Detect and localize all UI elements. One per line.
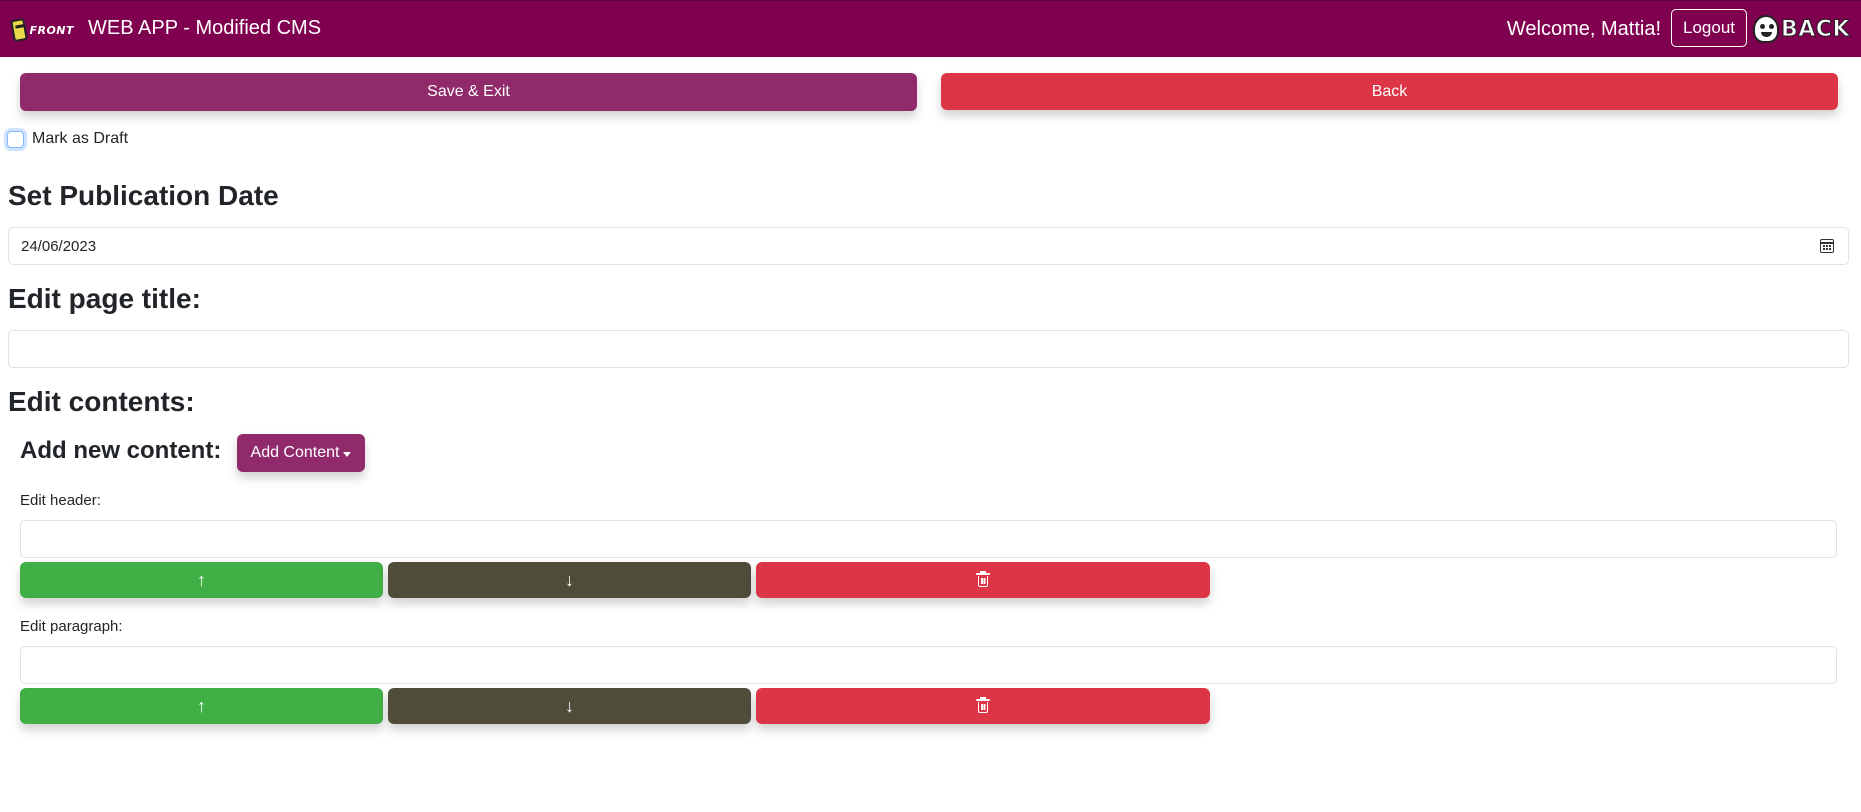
- draft-label[interactable]: Mark as Draft: [32, 130, 128, 148]
- arrow-down-icon: ↓: [565, 695, 574, 716]
- arrow-down-icon: ↓: [565, 569, 574, 590]
- front-logo[interactable]: FRONT: [10, 17, 74, 43]
- face-icon: [1753, 15, 1779, 43]
- calendar-icon[interactable]: [1820, 239, 1834, 253]
- move-down-button[interactable]: ↓: [388, 688, 751, 724]
- back-button[interactable]: Back: [941, 73, 1838, 110]
- add-content-dropdown-button[interactable]: Add Content: [237, 434, 365, 472]
- can-icon: [10, 17, 29, 43]
- publication-date-value: 24/06/2023: [21, 237, 97, 255]
- front-logo-text: FRONT: [29, 23, 74, 37]
- edit-paragraph-label: Edit paragraph:: [20, 618, 123, 635]
- page-title-heading: Edit page title:: [8, 283, 201, 314]
- delete-block-button[interactable]: [756, 688, 1210, 724]
- contents-heading: Edit contents:: [8, 386, 195, 417]
- page-title-input[interactable]: [8, 330, 1849, 368]
- back-logo[interactable]: BACK: [1753, 14, 1850, 44]
- top-navbar: FRONT WEB APP - Modified CMS Welcome, Ma…: [0, 0, 1861, 57]
- move-down-button[interactable]: ↓: [388, 562, 751, 598]
- app-title[interactable]: WEB APP - Modified CMS: [88, 17, 321, 40]
- draft-checkbox-group: Mark as Draft: [7, 130, 128, 148]
- arrow-up-icon: ↑: [197, 695, 206, 716]
- arrow-up-icon: ↑: [197, 569, 206, 590]
- trash-icon: [976, 571, 990, 587]
- edit-header-input[interactable]: [20, 520, 1837, 558]
- edit-header-label: Edit header:: [20, 492, 101, 509]
- trash-icon: [976, 697, 990, 713]
- edit-paragraph-input[interactable]: [20, 646, 1837, 684]
- move-up-button[interactable]: ↑: [20, 688, 383, 724]
- add-content-label: Add Content: [250, 444, 340, 461]
- back-logo-text: BACK: [1781, 16, 1851, 42]
- publication-date-input[interactable]: 24/06/2023: [8, 227, 1849, 265]
- draft-checkbox[interactable]: [7, 130, 24, 148]
- delete-block-button[interactable]: [756, 562, 1210, 598]
- publication-date-heading: Set Publication Date: [8, 180, 279, 211]
- add-content-heading: Add new content:: [20, 437, 222, 464]
- welcome-message: Welcome, Mattia!: [1506, 18, 1661, 40]
- move-up-button[interactable]: ↑: [20, 562, 383, 598]
- logout-button[interactable]: Logout: [1671, 9, 1747, 47]
- caret-down-icon: [343, 451, 352, 457]
- save-exit-button[interactable]: Save & Exit: [20, 73, 917, 111]
